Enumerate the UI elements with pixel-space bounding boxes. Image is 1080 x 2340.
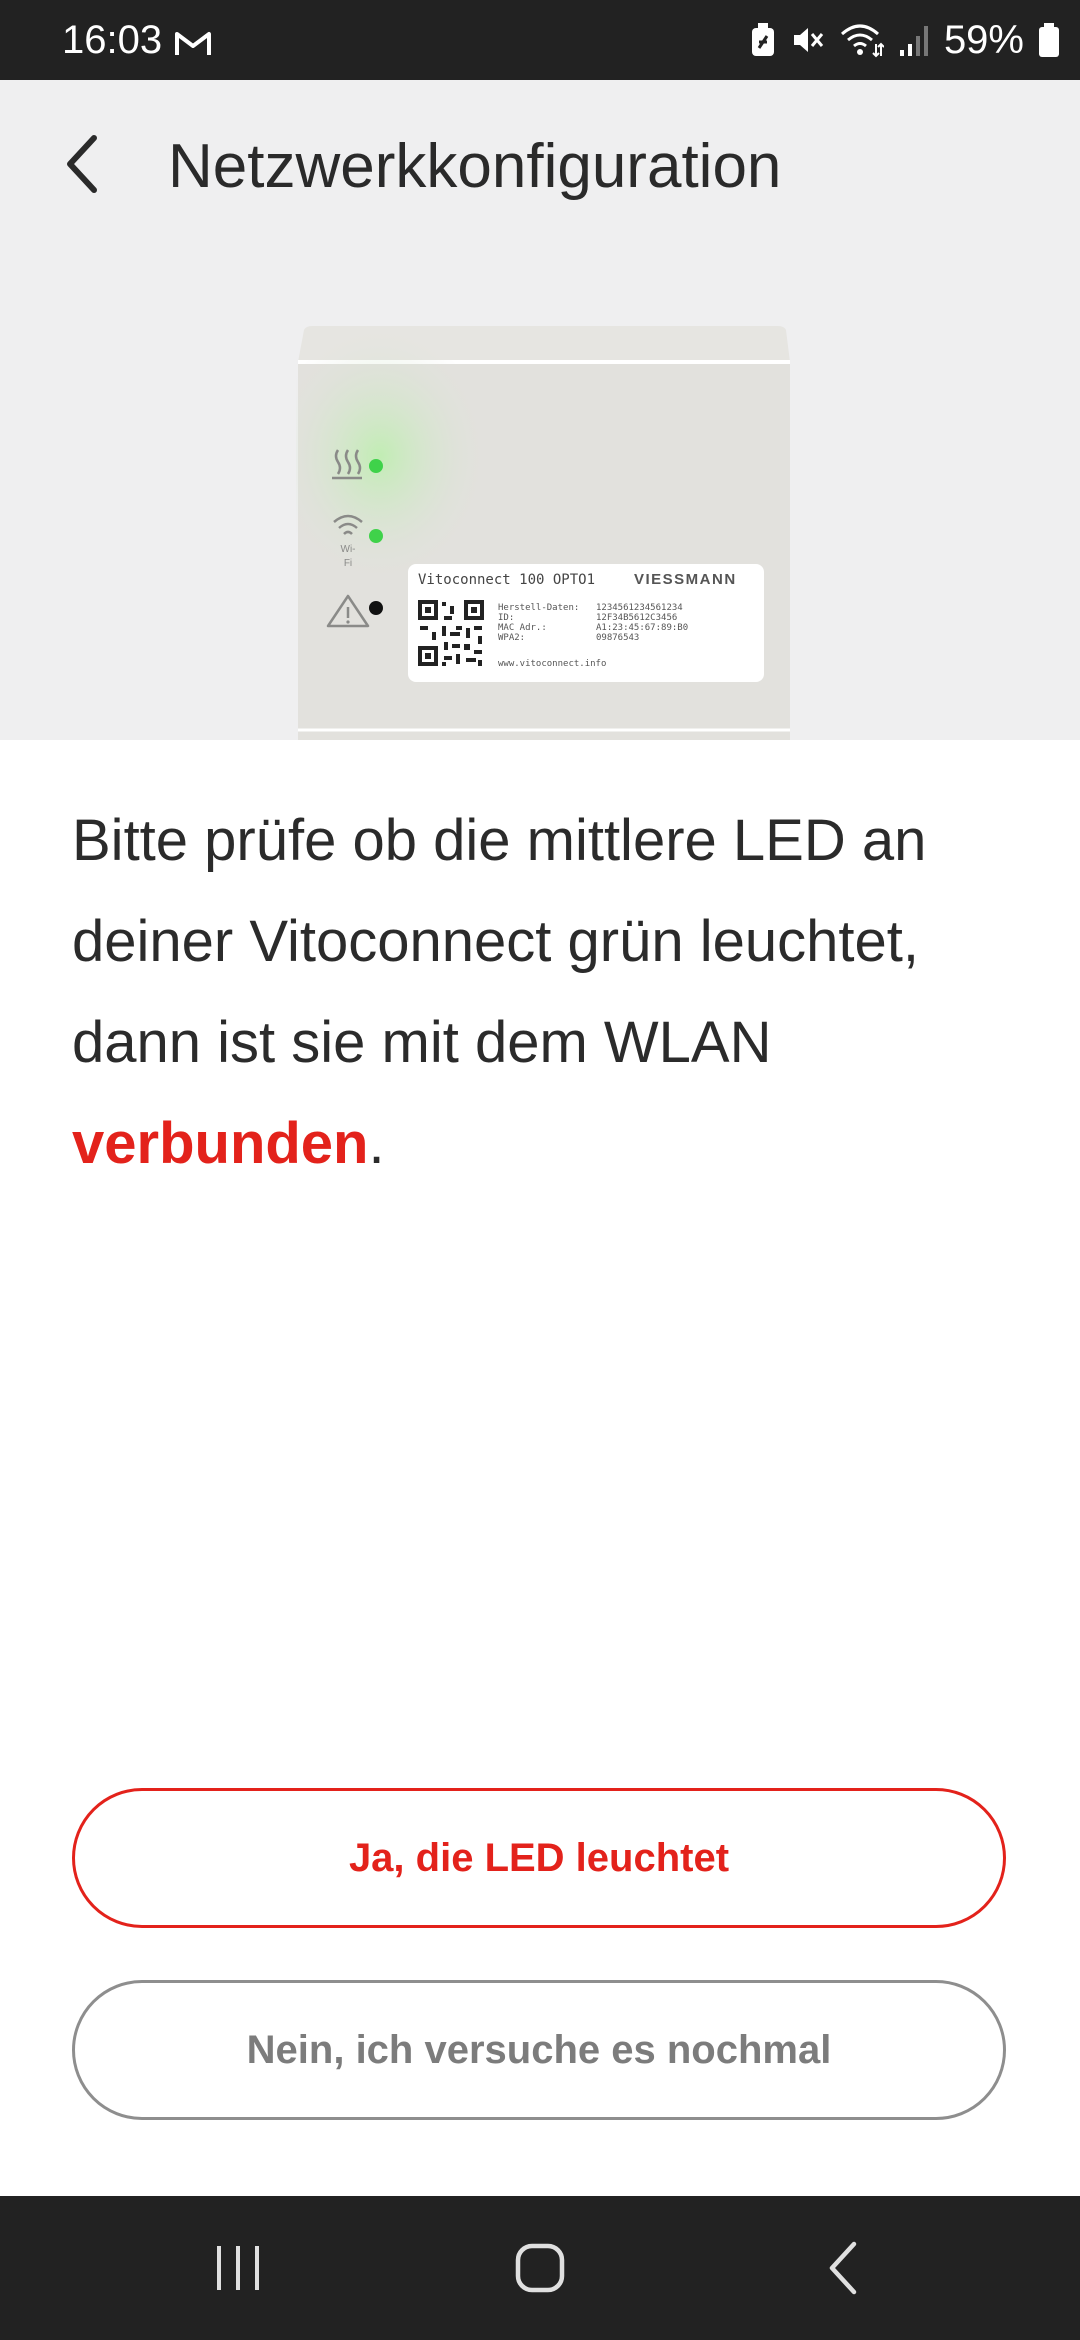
label-key-wpa2: WPA2: [498,633,525,643]
instruction-suffix: . [368,1111,385,1176]
gmail-icon [175,32,211,55]
battery-saver-icon [751,23,774,56]
retry-button[interactable]: Nein, ich versuche es nochmal [72,1980,1006,2120]
label-key-id: ID: [498,613,514,623]
led-warning [369,601,383,615]
chevron-left-icon [67,135,97,193]
label-key-mac: MAC Adr.: [498,623,547,633]
mute-icon [793,28,824,52]
device-svg: Wi- Fi Vitoconnect 100 OPTO1 VIESSMANN H… [270,326,790,740]
status-icons: 59% [750,14,1060,66]
instruction-prefix: Bitte prüfe ob die mittlere LED an deine… [72,808,927,1075]
battery-percent: 59% [943,18,1024,62]
back-icon [829,2241,857,2295]
system-nav-bar [0,2196,1080,2340]
nav-back-button[interactable] [804,2232,884,2304]
back-button[interactable] [52,132,116,196]
page-title: Netzwerkkonfiguration [168,132,782,201]
vitoconnect-device-illustration: Wi- Fi Vitoconnect 100 OPTO1 VIESSMANN H… [270,326,790,740]
recent-apps-button[interactable] [198,2232,278,2304]
wifi-caption-line2: Fi [344,558,352,569]
retry-label: Nein, ich versuche es nochmal [246,2027,832,2072]
battery-icon [1039,23,1059,57]
qr-code-icon [418,600,484,666]
header-area: Netzwerkkonfiguration Wi- Fi Vitoconnect… [0,80,1080,740]
brand-logo-text: VIESSMANN [634,571,737,588]
label-value-mac: A1:23:45:67:89:B0 [596,623,688,633]
label-value-id: 12F34B5612C3456 [596,613,677,623]
led-wifi [369,529,383,543]
label-website: www.vitoconnect.info [498,659,606,669]
instruction-text: Bitte prüfe ob die mittlere LED an deine… [72,790,1012,1194]
home-button[interactable] [500,2232,580,2304]
status-time: 16:03 [62,18,163,62]
signal-icon [899,26,928,56]
confirm-led-label: Ja, die LED leuchtet [348,1835,730,1880]
home-icon [515,2243,565,2293]
device-model-text: Vitoconnect 100 OPTO1 [418,572,595,588]
recent-apps-icon [217,2246,259,2290]
label-key-manufacture: Herstell-Daten: [498,603,579,613]
label-value-wpa2: 09876543 [596,633,639,643]
confirm-led-button[interactable]: Ja, die LED leuchtet [72,1788,1006,1928]
status-bar: 16:03 59% [0,0,1080,80]
led-heating [369,459,383,473]
label-value-manufacture: 1234561234561234 [596,603,683,613]
instruction-highlight: verbunden [72,1111,369,1176]
wifi-caption-line1: Wi- [341,544,356,555]
wifi-icon [840,24,884,58]
